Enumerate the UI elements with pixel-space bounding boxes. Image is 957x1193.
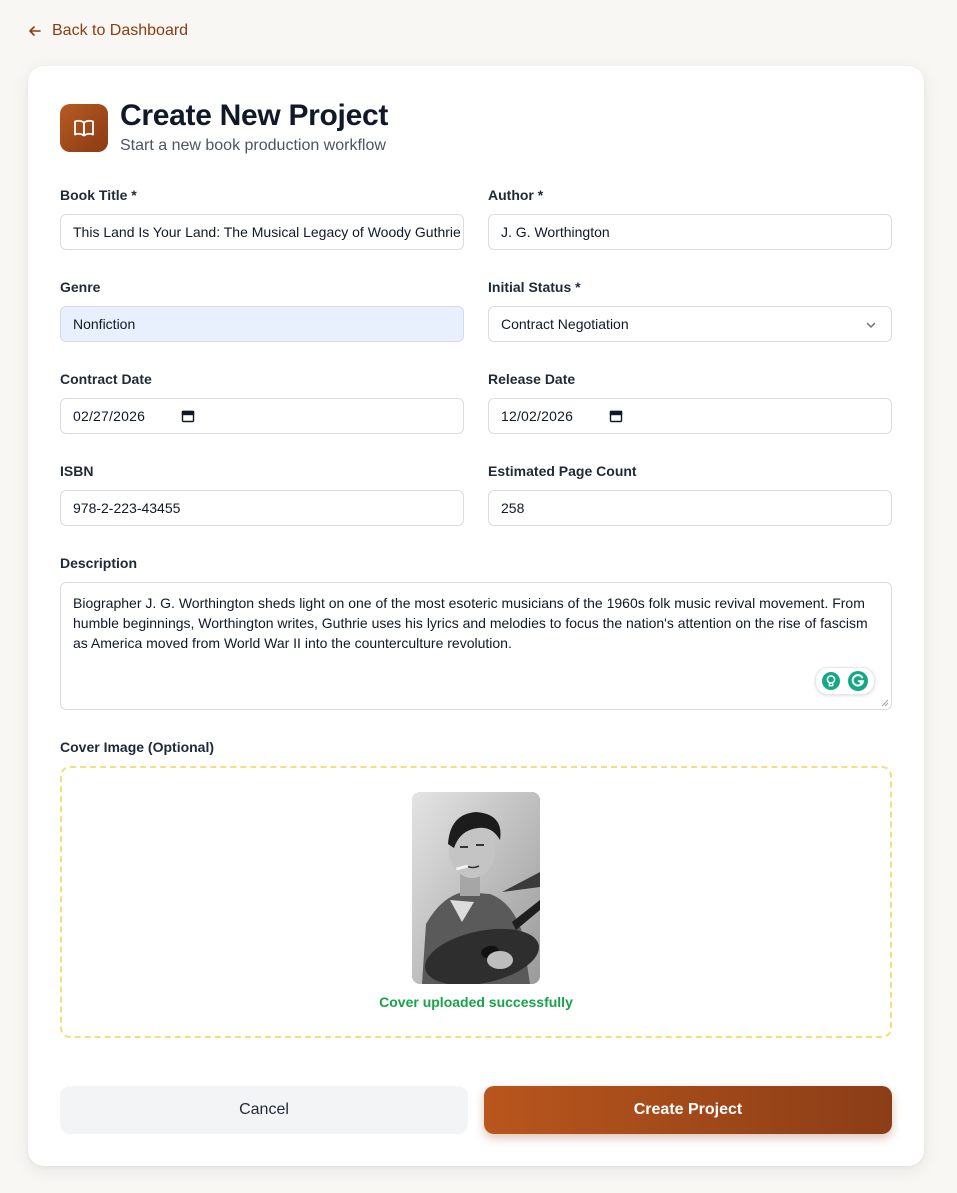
book-title-value: This Land Is Your Land: The Musical Lega… [73,224,461,240]
book-title-input[interactable]: This Land Is Your Land: The Musical Lega… [60,214,464,250]
page-subtitle: Start a new book production workflow [120,137,386,154]
author-input[interactable]: J. G. Worthington [488,214,892,250]
page-count-label: Estimated Page Count [488,463,637,479]
open-book-icon [60,104,108,152]
calendar-icon[interactable] [609,409,623,423]
upload-success-message: Cover uploaded successfully [379,994,573,1010]
back-link-label: Back to Dashboard [52,22,189,39]
contract-date-value: 02/27/2026 [73,408,146,424]
initial-status-label: Initial Status * [488,279,581,295]
isbn-input[interactable]: 978-2-223-43455 [60,490,464,526]
release-date-value: 12/02/2026 [501,408,574,424]
resize-handle-icon[interactable] [881,699,889,707]
cancel-button[interactable]: Cancel [60,1086,468,1134]
isbn-label: ISBN [60,463,94,479]
lightbulb-icon[interactable] [821,671,841,691]
calendar-icon[interactable] [181,409,195,423]
book-title-label: Book Title * [60,187,137,203]
description-label: Description [60,555,138,571]
author-label: Author * [488,187,544,203]
release-date-input[interactable]: 12/02/2026 [488,398,892,434]
page-count-value: 258 [501,500,525,516]
genre-label: Genre [60,279,101,295]
chevron-down-icon [866,322,876,328]
description-textarea[interactable]: Biographer J. G. Worthington sheds light… [60,582,892,710]
contract-date-label: Contract Date [60,371,152,387]
genre-input[interactable]: Nonfiction [60,306,464,342]
release-date-label: Release Date [488,371,576,387]
page-count-input[interactable]: 258 [488,490,892,526]
genre-value: Nonfiction [73,316,136,332]
create-project-button[interactable]: Create Project [484,1086,892,1134]
initial-status-select[interactable]: Contract Negotiation [488,306,892,342]
author-value: J. G. Worthington [501,224,610,240]
description-value: Biographer J. G. Worthington sheds light… [73,595,868,651]
initial-status-value: Contract Negotiation [501,316,629,332]
contract-date-input[interactable]: 02/27/2026 [60,398,464,434]
cover-image-label: Cover Image (Optional) [60,739,215,755]
back-to-dashboard-link[interactable]: Back to Dashboard [28,20,188,42]
create-project-card: Create New Project Start a new book prod… [28,66,924,1166]
cover-upload-dropzone[interactable]: Cover uploaded successfully [60,766,892,1038]
arrow-left-icon [29,26,41,36]
isbn-value: 978-2-223-43455 [73,500,181,516]
grammarly-icon[interactable] [847,670,869,692]
grammarly-widget[interactable] [815,667,875,695]
cover-image-preview [412,792,540,984]
page-title: Create New Project [120,99,389,132]
